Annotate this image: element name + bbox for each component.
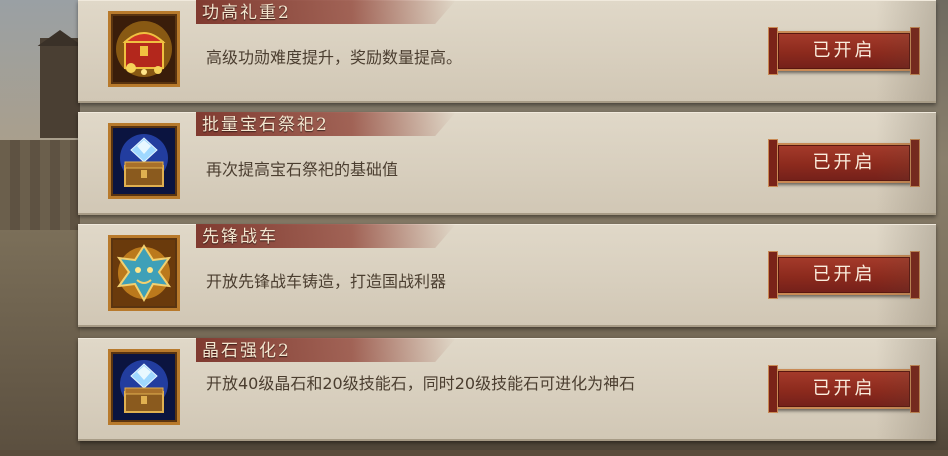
background-scenery [0,0,80,456]
gem-box-icon [108,349,180,425]
background-tower [40,38,80,138]
feature-card[interactable]: 先锋战车 开放先锋战车铸造，打造国战利器 已开启 [78,224,936,327]
feature-description: 再次提高宝石祭祀的基础值 [206,160,399,179]
feature-description: 开放先锋战车铸造，打造国战利器 [206,272,447,291]
feature-title: 批量宝石祭祀2 [202,115,329,135]
feature-card[interactable]: 功高礼重2 高级功勋难度提升，奖励数量提高。 已开启 [78,0,936,103]
feature-title: 先锋战车 [202,227,278,247]
bottom-edge [0,450,948,456]
feature-title: 晶石强化2 [202,341,291,361]
background-wall [0,140,80,230]
status-button[interactable]: 已开启 [768,139,920,187]
feature-description: 高级功勋难度提升，奖励数量提高。 [206,48,463,67]
dragon-emblem-icon [108,235,180,311]
gem-box-icon [108,123,180,199]
status-button[interactable]: 已开启 [768,251,920,299]
treasure-chest-icon [108,11,180,87]
feature-card[interactable]: 批量宝石祭祀2 再次提高宝石祭祀的基础值 已开启 [78,112,936,215]
feature-list[interactable]: 功高礼重2 高级功勋难度提升，奖励数量提高。 已开启 批量宝石祭祀2 再次提高宝… [78,0,948,456]
status-button[interactable]: 已开启 [768,365,920,413]
feature-description: 开放40级晶石和20级技能石，同时20级技能石可进化为神石 [206,374,636,393]
feature-card[interactable]: 晶石强化2 开放40级晶石和20级技能石，同时20级技能石可进化为神石 已开启 [78,338,936,441]
status-button[interactable]: 已开启 [768,27,920,75]
feature-title: 功高礼重2 [202,3,291,23]
background-ground [0,230,80,456]
